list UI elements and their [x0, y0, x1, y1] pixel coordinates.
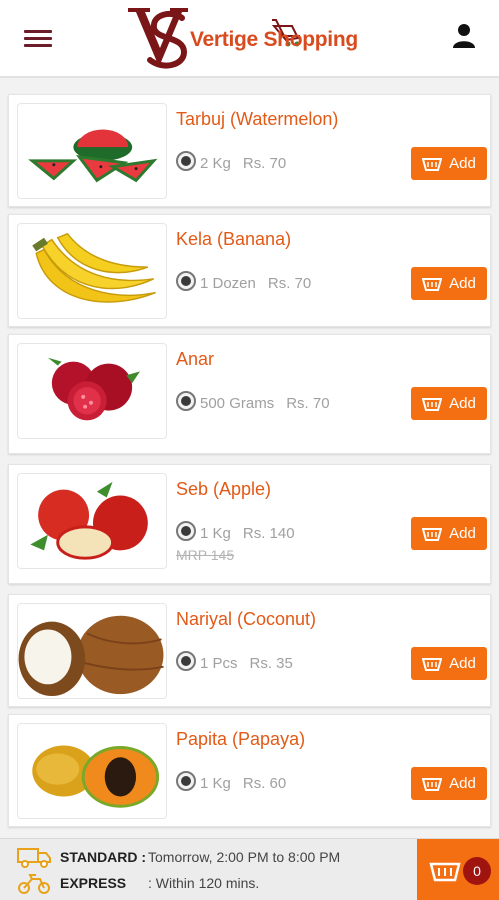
- basket-icon: [422, 397, 443, 411]
- cart-count-badge: 0: [463, 857, 491, 885]
- standard-label: STANDARD :: [60, 849, 147, 865]
- watermelon-image: [17, 103, 167, 199]
- add-to-cart-button[interactable]: Add: [411, 647, 487, 680]
- product-name: Seb (Apple): [176, 479, 272, 499]
- add-button-label: Add: [449, 275, 476, 292]
- add-to-cart-button[interactable]: Add: [411, 517, 487, 550]
- express-label: EXPRESS: [60, 875, 127, 891]
- variant-quantity: 1 Pcs: [200, 655, 238, 672]
- add-to-cart-button[interactable]: Add: [411, 267, 487, 300]
- standard-value: Tomorrow, 2:00 PM to 8:00 PM: [148, 849, 341, 865]
- basket-icon: [422, 657, 443, 671]
- variant-price: Rs. 35: [249, 655, 293, 672]
- papaya-image: [17, 723, 167, 819]
- product-variant: 1 Dozen Rs. 70: [176, 271, 336, 296]
- add-to-cart-button[interactable]: Add: [411, 387, 487, 420]
- add-to-cart-button[interactable]: Add: [411, 147, 487, 180]
- add-button-label: Add: [449, 655, 476, 672]
- product-card: Anar 500 Grams Rs. 70 Add: [8, 334, 491, 454]
- app-header: Vertige Shopping: [0, 0, 499, 78]
- basket-icon: [422, 527, 443, 541]
- variant-price: Rs. 60: [242, 775, 287, 792]
- product-name: Kela (Banana): [176, 229, 292, 249]
- cart-basket-icon: [429, 862, 461, 882]
- product-name: Papita (Papaya): [176, 729, 306, 749]
- pomegranate-image: [17, 343, 167, 439]
- banana-image: [17, 223, 167, 319]
- variant-quantity: 1 Kg: [200, 525, 231, 542]
- variant-radio[interactable]: [176, 771, 196, 791]
- basket-icon: [422, 777, 443, 791]
- cart-button[interactable]: 0: [417, 839, 499, 900]
- brand-logo: Vertige Shopping: [124, 4, 374, 72]
- basket-icon: [422, 277, 443, 291]
- add-button-label: Add: [449, 395, 476, 412]
- product-variant: 1 Kg Rs. 140 MRP 145: [176, 521, 336, 564]
- apple-image: [17, 473, 167, 569]
- product-name: Tarbuj (Watermelon): [176, 109, 339, 129]
- product-variant: 1 Pcs Rs. 35: [176, 651, 336, 676]
- variant-radio[interactable]: [176, 651, 196, 671]
- express-value: : Within 120 mins.: [148, 875, 260, 891]
- product-variant: 500 Grams Rs. 70: [176, 391, 336, 416]
- variant-price: Rs. 70: [242, 155, 287, 172]
- add-button-label: Add: [449, 155, 476, 172]
- variant-price: Rs. 70: [267, 275, 312, 292]
- basket-icon: [422, 157, 443, 171]
- product-card: Tarbuj (Watermelon) 2 Kg Rs. 70 Add: [8, 94, 491, 207]
- variant-radio[interactable]: [176, 271, 196, 291]
- variant-quantity: 2 Kg: [200, 155, 231, 172]
- variant-quantity: 1 Dozen: [200, 275, 256, 292]
- product-card: Papita (Papaya) 1 Kg Rs. 60 Add: [8, 714, 491, 827]
- variant-quantity: 1 Kg: [200, 775, 231, 792]
- user-icon[interactable]: [450, 22, 478, 50]
- delivery-truck-icon: [17, 848, 51, 868]
- variant-price: Rs. 70: [286, 395, 330, 412]
- hamburger-menu-icon[interactable]: [24, 30, 52, 48]
- variant-price: Rs. 140: [242, 525, 295, 542]
- product-card: Kela (Banana) 1 Dozen Rs. 70 Add: [8, 214, 491, 327]
- delivery-footer: STANDARD : Tomorrow, 2:00 PM to 8:00 PM …: [0, 838, 499, 900]
- variant-radio[interactable]: [176, 521, 196, 541]
- product-name: Nariyal (Coconut): [176, 609, 317, 629]
- mrp-strikethrough: MRP 145: [176, 547, 235, 563]
- standard-delivery-row: STANDARD : Tomorrow, 2:00 PM to 8:00 PM: [16, 847, 416, 869]
- product-name: Anar: [176, 349, 215, 369]
- product-variant: 1 Kg Rs. 60: [176, 771, 336, 796]
- add-to-cart-button[interactable]: Add: [411, 767, 487, 800]
- add-button-label: Add: [449, 775, 476, 792]
- logo-text: Vertige Shopping: [190, 28, 358, 51]
- product-card: Nariyal (Coconut) 1 Pcs Rs. 35 Add: [8, 594, 491, 707]
- add-button-label: Add: [449, 525, 476, 542]
- variant-radio[interactable]: [176, 391, 196, 411]
- product-card: Seb (Apple) 1 Kg Rs. 140 MRP 145 Add: [8, 464, 491, 584]
- variant-radio[interactable]: [176, 151, 196, 171]
- product-variant: 2 Kg Rs. 70: [176, 151, 336, 176]
- express-delivery-row: EXPRESS : Within 120 mins.: [16, 873, 416, 895]
- delivery-scooter-icon: [18, 874, 50, 894]
- variant-quantity: 500 Grams: [200, 395, 275, 412]
- coconut-image: [17, 603, 167, 699]
